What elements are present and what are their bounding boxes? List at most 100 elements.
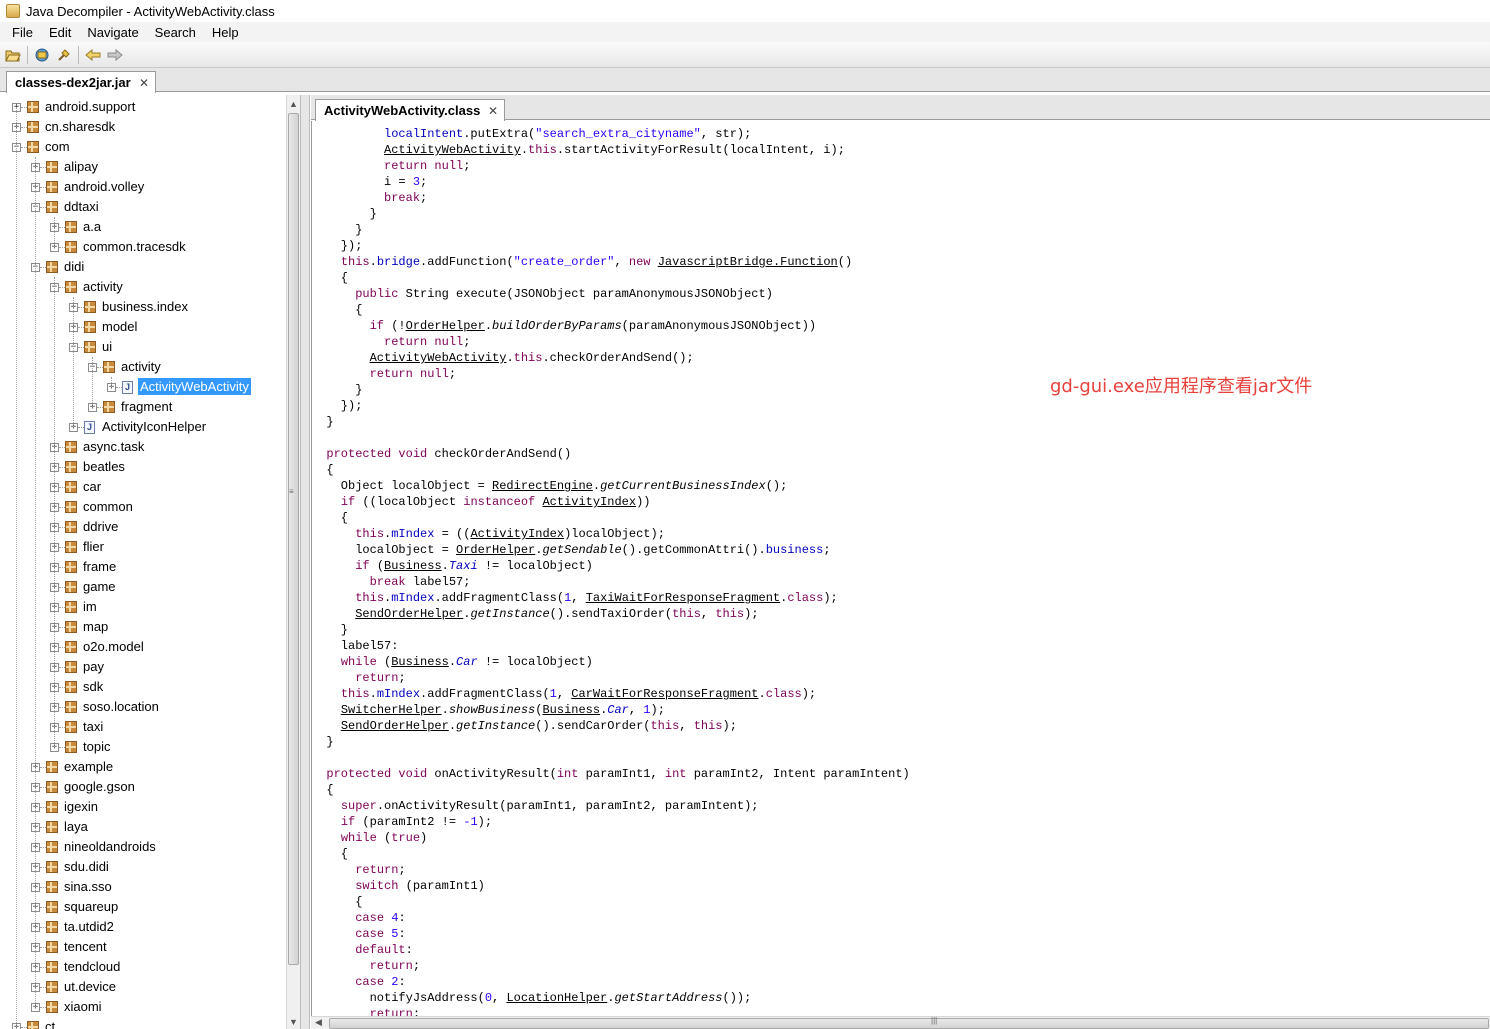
- tree-item-label[interactable]: common.tracesdk: [81, 238, 188, 255]
- tree-item[interactable]: + beatles: [0, 457, 286, 477]
- tree-item[interactable]: + a.a: [0, 217, 286, 237]
- tree-item[interactable]: + nineoldandroids: [0, 837, 286, 857]
- scroll-left-arrow-icon[interactable]: ◀: [315, 1017, 322, 1028]
- tree-item-label[interactable]: topic: [81, 738, 112, 755]
- source-code-view[interactable]: localIntent.putExtra("search_extra_cityn…: [311, 121, 1490, 1016]
- tree-item-label[interactable]: android.support: [43, 98, 137, 115]
- tree-item[interactable]: + game: [0, 577, 286, 597]
- tree-item-label[interactable]: model: [100, 318, 139, 335]
- forward-icon[interactable]: [104, 44, 126, 66]
- menu-help[interactable]: Help: [204, 25, 247, 40]
- tree-item[interactable]: + map: [0, 617, 286, 637]
- tree-item-label[interactable]: sdk: [81, 678, 105, 695]
- tree-item[interactable]: + flier: [0, 537, 286, 557]
- tree-item[interactable]: + fragment: [0, 397, 286, 417]
- tree-item[interactable]: + tendcloud: [0, 957, 286, 977]
- tree-item[interactable]: − didi: [0, 257, 286, 277]
- tree-item[interactable]: + im: [0, 597, 286, 617]
- menu-edit[interactable]: Edit: [41, 25, 79, 40]
- tree-item-label[interactable]: sdu.didi: [62, 858, 111, 875]
- tree-item-label[interactable]: tencent: [62, 938, 109, 955]
- tree-item[interactable]: + J ActivityIconHelper: [0, 417, 286, 437]
- tree-item-label-selected[interactable]: ActivityWebActivity: [138, 378, 251, 395]
- tree-item-label[interactable]: taxi: [81, 718, 105, 735]
- tree-item-label[interactable]: frame: [81, 558, 118, 575]
- tree-item[interactable]: + ct: [0, 1017, 286, 1029]
- tree-item[interactable]: + frame: [0, 557, 286, 577]
- tree-item[interactable]: + pay: [0, 657, 286, 677]
- tree-item[interactable]: + ut.device: [0, 977, 286, 997]
- tree-item-label[interactable]: squareup: [62, 898, 120, 915]
- tree-item-label[interactable]: cn.sharesdk: [43, 118, 117, 135]
- tree-item[interactable]: + soso.location: [0, 697, 286, 717]
- tree-item-label[interactable]: google.gson: [62, 778, 137, 795]
- tree-item[interactable]: + igexin: [0, 797, 286, 817]
- tree-item[interactable]: + sdk: [0, 677, 286, 697]
- tree-item-label[interactable]: alipay: [62, 158, 100, 175]
- open-file-icon[interactable]: [2, 44, 24, 66]
- close-icon[interactable]: ✕: [488, 104, 498, 118]
- tree-item[interactable]: + sdu.didi: [0, 857, 286, 877]
- tree-item[interactable]: + android.volley: [0, 177, 286, 197]
- tree-item-label[interactable]: flier: [81, 538, 106, 555]
- close-icon[interactable]: ✕: [139, 76, 149, 90]
- tree-item-label[interactable]: car: [81, 478, 103, 495]
- tree-item[interactable]: + car: [0, 477, 286, 497]
- back-icon[interactable]: [82, 44, 104, 66]
- tree-item[interactable]: + ddrive: [0, 517, 286, 537]
- tree-item-label[interactable]: laya: [62, 818, 90, 835]
- tree-item-label[interactable]: xiaomi: [62, 998, 104, 1015]
- tab-jar-file[interactable]: classes-dex2jar.jar ✕: [6, 71, 156, 93]
- tree-item[interactable]: + J ActivityWebActivity: [0, 377, 286, 397]
- tree-item-label[interactable]: sina.sso: [62, 878, 114, 895]
- tree-item-label[interactable]: android.volley: [62, 178, 146, 195]
- tree-item-label[interactable]: igexin: [62, 798, 100, 815]
- menu-navigate[interactable]: Navigate: [79, 25, 146, 40]
- tree-item[interactable]: + google.gson: [0, 777, 286, 797]
- tree-item[interactable]: + taxi: [0, 717, 286, 737]
- tree-item-label[interactable]: beatles: [81, 458, 127, 475]
- tree-item-label[interactable]: ddtaxi: [62, 198, 101, 215]
- tree-item[interactable]: − activity: [0, 357, 286, 377]
- tree-vertical-scrollbar[interactable]: ▲ ≡ ▼: [286, 95, 300, 1029]
- tree-item-label[interactable]: ui: [100, 338, 114, 355]
- menu-file[interactable]: File: [4, 25, 41, 40]
- tree-item-label[interactable]: common: [81, 498, 135, 515]
- tree-item-label[interactable]: nineoldandroids: [62, 838, 158, 855]
- tree-item-label[interactable]: activity: [81, 278, 125, 295]
- package-tree[interactable]: + android.support + cn.sharesdk − com + alipay +…: [0, 95, 286, 1029]
- tree-item-label[interactable]: im: [81, 598, 99, 615]
- tree-item-label[interactable]: ct: [43, 1018, 57, 1029]
- tree-item[interactable]: + o2o.model: [0, 637, 286, 657]
- tree-item[interactable]: + sina.sso: [0, 877, 286, 897]
- scroll-down-arrow-icon[interactable]: ▼: [289, 1017, 298, 1027]
- tree-item[interactable]: + tencent: [0, 937, 286, 957]
- tree-item-label[interactable]: com: [43, 138, 72, 155]
- search-icon[interactable]: [53, 44, 75, 66]
- tree-item[interactable]: + common: [0, 497, 286, 517]
- tree-item[interactable]: + async.task: [0, 437, 286, 457]
- tree-item-label[interactable]: soso.location: [81, 698, 161, 715]
- menu-search[interactable]: Search: [147, 25, 204, 40]
- scroll-up-arrow-icon[interactable]: ▲: [289, 99, 298, 109]
- tree-item-label[interactable]: tendcloud: [62, 958, 122, 975]
- tree-item-label[interactable]: didi: [62, 258, 86, 275]
- tree-item-label[interactable]: async.task: [81, 438, 146, 455]
- tree-item[interactable]: + squareup: [0, 897, 286, 917]
- tree-item[interactable]: + topic: [0, 737, 286, 757]
- tree-item[interactable]: + common.tracesdk: [0, 237, 286, 257]
- code-horizontal-scrollbar[interactable]: ◀ |||: [311, 1016, 1490, 1029]
- tree-item-label[interactable]: pay: [81, 658, 106, 675]
- tab-class-file[interactable]: ActivityWebActivity.class ✕: [315, 99, 505, 121]
- tree-item[interactable]: − ui: [0, 337, 286, 357]
- tree-item[interactable]: − com: [0, 137, 286, 157]
- open-type-icon[interactable]: [31, 44, 53, 66]
- tree-item[interactable]: + cn.sharesdk: [0, 117, 286, 137]
- tree-item[interactable]: + android.support: [0, 97, 286, 117]
- tree-item-label[interactable]: map: [81, 618, 110, 635]
- tree-item[interactable]: + laya: [0, 817, 286, 837]
- tree-item[interactable]: − ddtaxi: [0, 197, 286, 217]
- tree-item[interactable]: + alipay: [0, 157, 286, 177]
- tree-item-label[interactable]: ta.utdid2: [62, 918, 116, 935]
- tree-item-label[interactable]: game: [81, 578, 118, 595]
